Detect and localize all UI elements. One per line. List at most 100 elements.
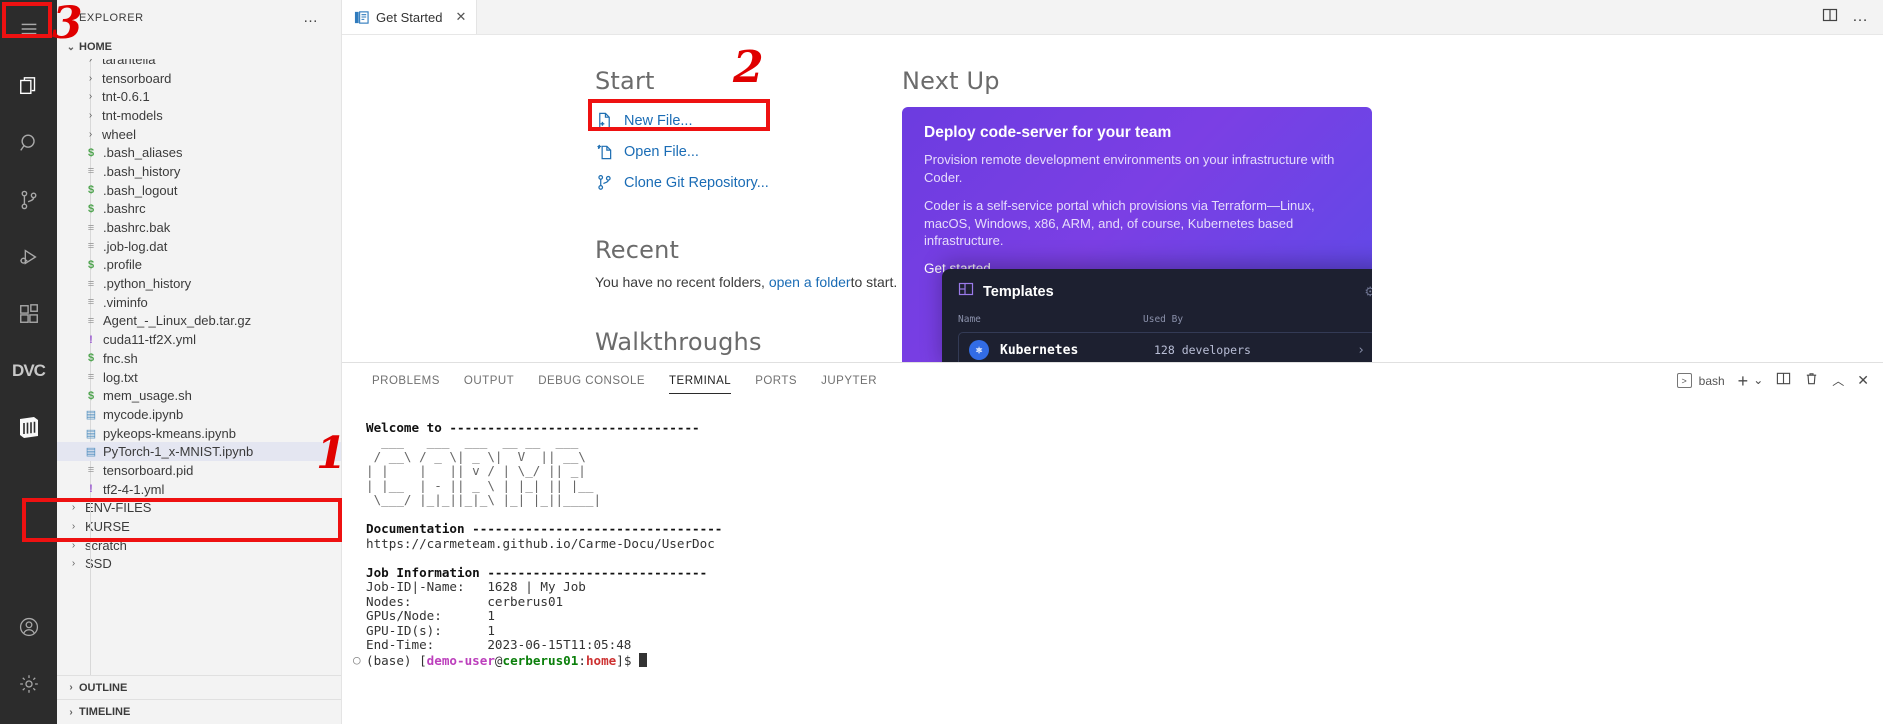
file-tree-item[interactable]: $ mem_usage.sh (57, 386, 341, 405)
file-tree-item[interactable]: ≡ .bashrc.bak (57, 218, 341, 237)
accounts-icon[interactable] (0, 598, 57, 655)
file-tree-item-label: .bashrc (103, 201, 146, 217)
root-folder-item[interactable]: › KURSE (57, 517, 341, 536)
tab-jupyter[interactable]: JUPYTER (809, 363, 889, 398)
file-tree-item[interactable]: ≡ log.txt (57, 368, 341, 387)
sidebar-section-timeline[interactable]: › TIMELINE (57, 700, 341, 724)
file-tree-item[interactable]: $ .profile (57, 256, 341, 275)
coder-card-paragraph-2: Coder is a self-service portal which pro… (924, 198, 1315, 249)
file-tree-item[interactable]: ! tf2-4-1.yml (57, 480, 341, 499)
notebook-icon: ▤ (85, 446, 97, 459)
recent-heading: Recent (595, 236, 680, 264)
root-folder-rows: › ENV-FILES › KURSE › scratch › SSD (57, 499, 341, 574)
template-row-kubernetes[interactable]: ⎈ Kubernetes 128 developers › (958, 332, 1372, 362)
maximize-panel-icon[interactable]: ︿ (1832, 372, 1844, 389)
jupyter-icon[interactable] (0, 399, 57, 456)
file-tree-item[interactable]: › tensorboard (57, 69, 341, 88)
sidebar-title: EXPLORER (79, 11, 144, 24)
file-tree-item[interactable]: $ .bashrc (57, 200, 341, 219)
root-folder-item[interactable]: › scratch (57, 536, 341, 555)
tab-bar-spacer (477, 0, 1822, 34)
root-folder-item[interactable]: › SSD (57, 555, 341, 574)
open-file-icon (595, 143, 614, 160)
explorer-icon[interactable] (0, 57, 57, 114)
tab-terminal[interactable]: TERMINAL (657, 363, 743, 398)
file-tree-item[interactable]: › tnt-0.6.1 (57, 87, 341, 106)
tab-debug-console[interactable]: DEBUG CONSOLE (526, 363, 657, 398)
file-tree-item[interactable]: ≡ tensorboard.pid (57, 461, 341, 480)
sidebar-more-actions-icon[interactable]: … (303, 9, 331, 26)
file-tree-item[interactable]: › wheel (57, 125, 341, 144)
terminal-output[interactable]: Welcome to -----------------------------… (342, 398, 1883, 724)
file-tree-item-label: cuda11-tf2X.yml (103, 332, 196, 348)
extensions-icon[interactable] (0, 285, 57, 342)
file-tree-item-label: .profile (103, 257, 143, 273)
file-tree-item[interactable]: $ .bash_aliases (57, 143, 341, 162)
split-editor-icon[interactable] (1822, 7, 1838, 28)
annotation-number-2: 2 (733, 42, 764, 93)
file-tree-item[interactable]: ▤ mycode.ipynb (57, 405, 341, 424)
bottom-panel: PROBLEMS OUTPUT DEBUG CONSOLE TERMINAL P… (342, 362, 1883, 724)
sidebar-explorer: EXPLORER … ⌄ HOME › tarantella › tensorboar… (57, 0, 342, 724)
close-icon[interactable]: ✕ (455, 9, 466, 25)
new-file-button[interactable]: New File... (595, 105, 902, 136)
file-tree-item[interactable]: › tnt-models (57, 106, 341, 125)
chevron-right-icon: › (71, 502, 76, 514)
file-tree-item-label: tarantella (102, 59, 156, 67)
file-tree-item-label: .bash_history (103, 163, 181, 179)
file-tree-item[interactable]: ▤ PyTorch-1_x-MNIST.ipynb (57, 442, 341, 462)
tab-output[interactable]: OUTPUT (452, 363, 526, 398)
terminal-doc-url[interactable]: https://carmeteam.github.io/Carme-Docu/U… (366, 536, 715, 551)
new-terminal-icon[interactable]: + (1738, 372, 1749, 390)
menu-icon[interactable] (0, 0, 57, 57)
chevron-right-icon: › (71, 521, 76, 533)
templates-panel: Templates ⚙ Name Used By ⎈ Kubernetes 12… (942, 269, 1372, 362)
terminal-icon: > (1676, 373, 1692, 388)
file-tree-item[interactable]: ≡ .python_history (57, 274, 341, 293)
sidebar-bottom-sections: › OUTLINE › TIMELINE (57, 675, 341, 724)
next-up-heading: Next Up (902, 67, 1000, 95)
tab-jupyter-label: JUPYTER (821, 374, 878, 387)
kill-terminal-icon[interactable] (1804, 371, 1819, 391)
file-tree-item[interactable]: ≡ .viminfo (57, 293, 341, 312)
file-tree-item[interactable]: ≡ .bash_history (57, 162, 341, 181)
file-tree-item[interactable]: ≡ .job-log.dat (57, 237, 341, 256)
terminal-ascii-art: ___ ___ ___ __ __ ___ / __\ / _ \| _ \| … (366, 434, 602, 507)
text-icon: ≡ (87, 277, 95, 290)
search-icon[interactable] (0, 114, 57, 171)
prompt-at: @ (494, 652, 503, 668)
tab-get-started[interactable]: Get Started ✕ (342, 0, 478, 34)
split-terminal-icon[interactable] (1776, 371, 1791, 391)
more-actions-icon[interactable]: … (1852, 9, 1869, 25)
sidebar-section-outline[interactable]: › OUTLINE (57, 676, 341, 700)
terminal-shell-selector[interactable]: > bash (1676, 373, 1725, 388)
file-tree[interactable]: › tarantella › tensorboard › tnt-0.6.1 › tnt-mo… (57, 59, 341, 675)
run-and-debug-icon[interactable] (0, 228, 57, 285)
file-tree-item[interactable]: $ .bash_logout (57, 181, 341, 200)
tab-ports[interactable]: PORTS (743, 363, 809, 398)
file-tree-item[interactable]: ! cuda11-tf2X.yml (57, 330, 341, 349)
file-tree-item[interactable]: › tarantella (57, 59, 341, 69)
file-tree-item[interactable]: ▤ pykeops-kmeans.ipynb (57, 424, 341, 443)
open-file-button[interactable]: Open File... (595, 136, 902, 167)
close-panel-icon[interactable]: ✕ (1857, 372, 1869, 389)
tab-problems[interactable]: PROBLEMS (360, 363, 452, 398)
file-tree-item[interactable]: $ fnc.sh (57, 349, 341, 368)
prompt-colon: : (578, 652, 586, 668)
open-a-folder-link[interactable]: open a folder (769, 274, 851, 290)
terminal-dropdown-icon[interactable]: ⌄ (1753, 374, 1763, 386)
file-tree-item[interactable]: ≡ Agent_-_Linux_deb.tar.gz (57, 312, 341, 331)
gear-icon[interactable]: ⚙ (1364, 284, 1372, 300)
coder-promo-card[interactable]: Deploy code-server for your team Provisi… (902, 107, 1372, 362)
settings-gear-icon[interactable] (0, 655, 57, 712)
get-started-right-column: Next Up Deploy code-server for your team… (902, 67, 1883, 362)
file-tree-item-label: .job-log.dat (103, 238, 168, 254)
chevron-right-icon: › (71, 558, 76, 570)
terminal-job-lines: Job-ID|-Name: 1628 | My Job Nodes: cerber… (366, 579, 1883, 653)
sidebar-root-section[interactable]: ⌄ HOME (57, 35, 341, 59)
root-folder-item[interactable]: › ENV-FILES (57, 499, 341, 518)
shell-icon: $ (87, 146, 95, 159)
clone-git-repository-button[interactable]: Clone Git Repository... (595, 167, 902, 198)
source-control-icon[interactable] (0, 171, 57, 228)
dvc-icon[interactable]: DVC (0, 342, 57, 399)
